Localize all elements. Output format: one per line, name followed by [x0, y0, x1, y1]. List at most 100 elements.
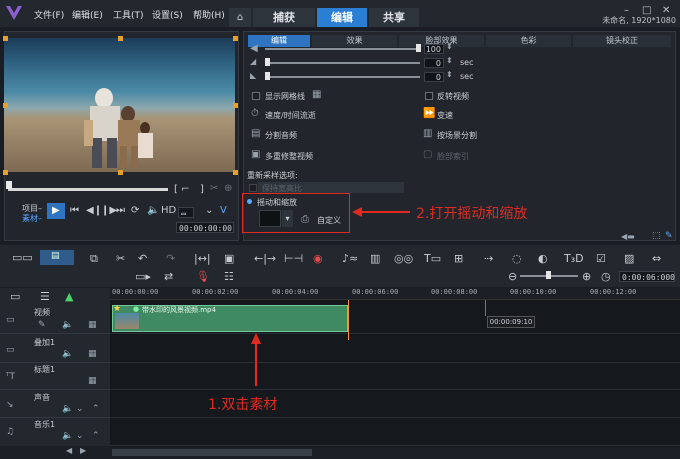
multicam-icon[interactable]: ▭▸	[135, 270, 151, 283]
volume-icon[interactable]: 🔈	[147, 205, 159, 216]
crop-handle[interactable]	[118, 170, 123, 175]
fit-icon[interactable]: |↔|	[194, 252, 211, 265]
stepper-icon[interactable]: ⬍	[446, 70, 453, 79]
chevron-up-icon[interactable]: ⌃	[92, 404, 100, 414]
scroll-right-icon[interactable]: ▶	[80, 446, 86, 455]
multi-trim-button[interactable]: 多重修整视频	[265, 151, 313, 162]
tab-capture[interactable]: 捕获	[253, 8, 315, 27]
crop-handle[interactable]	[3, 103, 8, 108]
volume-slider-knob[interactable]	[416, 44, 421, 52]
menu-help[interactable]: 帮助(H)	[193, 8, 225, 21]
grid-icon[interactable]: ▦	[88, 349, 97, 359]
add-track-icon[interactable]: ▲	[65, 290, 73, 303]
menu-tools[interactable]: 工具(T)	[113, 8, 144, 21]
split-audio-button[interactable]: 分割音频	[265, 130, 297, 141]
clip-label[interactable]: 素材–	[22, 213, 42, 224]
reverse-video-checkbox[interactable]	[425, 92, 433, 100]
panel-toggle-icon[interactable]: ◀▬	[621, 232, 635, 241]
track-list-icon[interactable]: ☰	[40, 290, 50, 303]
fade-in-slider-knob[interactable]	[265, 58, 270, 66]
show-grid-checkbox[interactable]	[252, 92, 260, 100]
face-index-button[interactable]: 脸部索引	[437, 151, 469, 162]
grid-icon[interactable]: ⊞	[454, 252, 463, 265]
scroll-left-icon[interactable]: ◀	[66, 446, 72, 455]
fade-out-value[interactable]: 0	[424, 72, 444, 82]
project-duration[interactable]: 0:00:06:000	[619, 271, 675, 282]
fade-in-slider[interactable]	[265, 62, 420, 64]
go-to-start-icon[interactable]: ⏮	[70, 205, 79, 216]
scrub-head[interactable]	[6, 181, 12, 189]
chevron-down-icon[interactable]: ⌄	[76, 404, 84, 414]
speed-time-button[interactable]: 速度/时间流逝	[265, 110, 316, 121]
grid-settings-icon[interactable]: ▦	[312, 89, 321, 100]
fade-in-value[interactable]: 0	[424, 58, 444, 68]
screen-icon[interactable]: ▣	[224, 252, 234, 265]
mask-icon[interactable]: ◌	[512, 252, 522, 265]
edit-icon[interactable]: ✎	[665, 231, 673, 241]
check-icon[interactable]: ☑	[596, 252, 606, 265]
grid-icon[interactable]: ▦	[88, 320, 97, 330]
fade-out-slider[interactable]	[265, 76, 420, 78]
mic-icon[interactable]: 🎙	[196, 270, 210, 283]
crop-handle[interactable]	[233, 103, 238, 108]
crop-handle[interactable]	[3, 36, 8, 41]
volume-slider[interactable]	[265, 48, 420, 50]
split-audio-icon[interactable]: ▤	[251, 128, 260, 139]
chevron-down-icon[interactable]: ⌄	[76, 431, 84, 441]
mixer-icon[interactable]: ☷	[224, 270, 234, 283]
grid-icon[interactable]: ▦	[88, 376, 97, 386]
compare-icon[interactable]: ⇔	[652, 252, 661, 265]
mark-out-icon[interactable]: ]	[200, 184, 204, 195]
motion-icon[interactable]: ⇢	[484, 252, 493, 265]
expand-icon[interactable]: ⬚	[652, 231, 661, 241]
home-icon[interactable]: ⌂	[229, 8, 251, 27]
speed-change-button[interactable]: 变速	[437, 110, 453, 121]
volume-value[interactable]: 100	[424, 44, 444, 54]
speaker-icon[interactable]: 🔈	[62, 320, 73, 330]
tab-color[interactable]: 色彩	[486, 35, 571, 47]
crop-handle[interactable]	[118, 36, 123, 41]
record-icon[interactable]: ◉	[313, 252, 323, 265]
go-to-end-icon[interactable]: ⏭	[116, 205, 125, 216]
menu-edit[interactable]: 编辑(E)	[72, 8, 103, 21]
fade-out-slider-knob[interactable]	[265, 72, 270, 80]
speed-change-icon[interactable]: ⏩	[423, 108, 435, 119]
speaker-icon[interactable]: 🔈	[62, 349, 73, 359]
menu-file[interactable]: 文件(F)	[34, 8, 64, 21]
zoom-icon[interactable]: ⊕	[224, 183, 232, 194]
tab-effects[interactable]: 效果	[312, 35, 397, 47]
replace-icon[interactable]: ⇄	[164, 270, 173, 283]
crop-handle[interactable]	[233, 36, 238, 41]
crop-handle[interactable]	[3, 170, 8, 175]
zoom-out-icon[interactable]: ⊖	[508, 270, 517, 283]
resample-dropdown[interactable]: 保持宽高比	[258, 182, 404, 193]
chevron-down-icon[interactable]: V	[220, 205, 227, 216]
tab-lens-correction[interactable]: 镜头校正	[573, 35, 671, 47]
timeline-view-button[interactable]: ▤	[40, 250, 74, 265]
zoom-slider-knob[interactable]	[546, 271, 551, 279]
crop-handle[interactable]	[233, 170, 238, 175]
mark-in-icon[interactable]: [ ⌐	[174, 184, 189, 195]
audio-wave-icon[interactable]: ♪≈	[342, 252, 358, 265]
tab-share[interactable]: 共享	[369, 8, 419, 27]
cut-icon[interactable]: ✂	[116, 252, 125, 265]
undo-icon[interactable]: ↶	[138, 252, 147, 265]
multi-trim-icon[interactable]: ▣	[251, 149, 260, 160]
play-button[interactable]: ▶	[47, 203, 65, 219]
timecode-display[interactable]: 00:00:00:00	[176, 222, 234, 233]
speaker-icon[interactable]: 🔈	[62, 404, 73, 414]
stepper-icon[interactable]: ⬍	[446, 42, 453, 51]
trim-icon[interactable]: ⊢⊣	[284, 252, 303, 265]
edit-icon[interactable]: ✎	[38, 320, 46, 330]
scene-split-icon[interactable]: ▥	[423, 128, 432, 139]
image-icon[interactable]: ▨	[624, 252, 634, 265]
speed-time-icon[interactable]: ⏱	[251, 108, 259, 119]
clock-icon[interactable]: ◷	[601, 270, 611, 283]
timeline-scrollbar-thumb[interactable]	[112, 449, 312, 456]
track-manager-icon[interactable]: ⧉	[90, 252, 98, 266]
menu-settings[interactable]: 设置(S)	[152, 8, 183, 21]
link-icon[interactable]: ◎◎	[394, 252, 413, 265]
preview-video[interactable]	[4, 38, 235, 172]
chevron-down-icon[interactable]: ⌄	[205, 205, 213, 216]
aspect-ratio-button[interactable]: ▭	[178, 207, 194, 218]
